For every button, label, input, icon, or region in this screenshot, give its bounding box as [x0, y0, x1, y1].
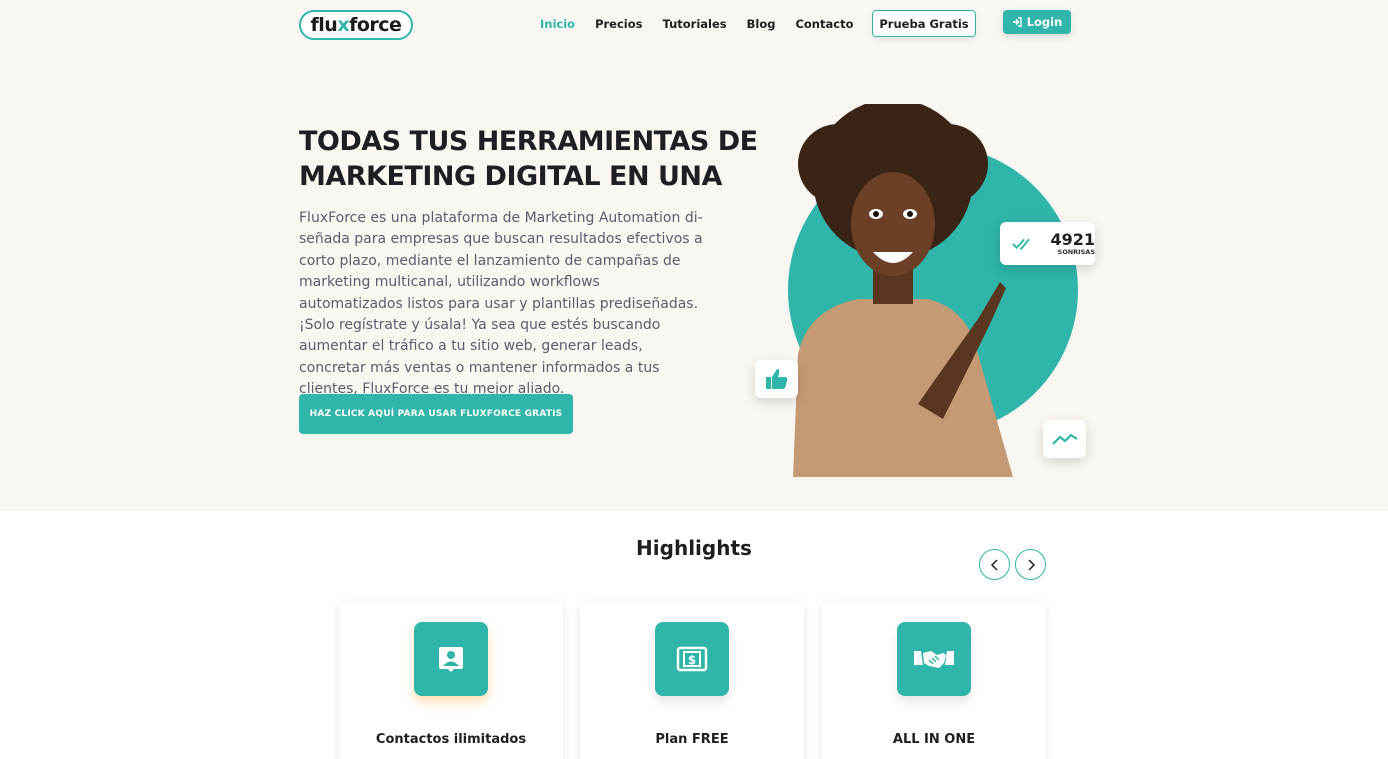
double-check-icon — [1012, 238, 1030, 250]
highlight-card[interactable]: ALL IN ONE — [822, 602, 1046, 759]
dollar-bill-icon: $ — [676, 646, 708, 672]
nav-blog[interactable]: Blog — [747, 17, 776, 31]
card-icon-box — [414, 622, 488, 696]
login-label: Login — [1026, 15, 1063, 29]
svg-text:$: $ — [688, 653, 696, 667]
login-icon — [1012, 17, 1022, 27]
trend-chart-icon — [1051, 433, 1078, 445]
growth-badge — [1043, 420, 1086, 458]
thumbs-up-icon — [765, 369, 787, 389]
chevron-left-icon — [990, 558, 998, 571]
highlight-card[interactable]: Contactos ilimitados — [339, 602, 563, 759]
highlight-card[interactable]: $ Plan FREE — [580, 602, 804, 759]
card-icon-box: $ — [655, 622, 729, 696]
hero-title: TODAS TUS HERRAMIENTAS DE MARKETING DIGI… — [299, 124, 769, 194]
cta-button[interactable]: HAZ CLICK AQUÍ PARA USAR FLUXFORCE GRATI… — [299, 394, 573, 434]
nav-tutoriales[interactable]: Tutoriales — [662, 17, 726, 31]
handshake-icon — [914, 651, 954, 668]
contact-icon — [439, 647, 463, 672]
logo-text: fluxforce — [310, 14, 402, 36]
card-title: ALL IN ONE — [892, 732, 976, 747]
login-button[interactable]: Login — [1003, 10, 1071, 34]
smiles-label: SONRISAS — [1057, 247, 1095, 256]
hero-person-illustration — [793, 104, 1013, 477]
chevron-right-icon — [1027, 558, 1035, 571]
card-icon-box — [897, 622, 971, 696]
nav-inicio[interactable]: Inicio — [540, 17, 575, 31]
card-title: Contactos ilimitados — [375, 732, 527, 747]
hero-title-line2: MARKETING DIGITAL EN UNA — [299, 161, 722, 192]
trial-button[interactable]: Prueba Gratis — [872, 10, 976, 37]
logo[interactable]: fluxforce — [299, 10, 413, 40]
highlights-title: Highlights — [636, 536, 752, 560]
carousel-prev-button[interactable] — [979, 549, 1010, 580]
hero-description: FluxForce es una plataforma de Marketing… — [299, 210, 703, 398]
nav-precios[interactable]: Precios — [595, 17, 642, 31]
main-nav: Inicio Precios Tutoriales Blog Contacto — [540, 17, 885, 31]
card-title: Plan FREE — [655, 732, 729, 747]
carousel-next-button[interactable] — [1015, 549, 1046, 580]
like-badge — [755, 360, 798, 398]
smiles-badge: 4921 SONRISAS — [1000, 222, 1095, 265]
hero-title-line1: TODAS TUS HERRAMIENTAS DE — [299, 126, 758, 157]
nav-contacto[interactable]: Contacto — [795, 17, 853, 31]
smiles-count: 4921 — [1050, 229, 1095, 249]
